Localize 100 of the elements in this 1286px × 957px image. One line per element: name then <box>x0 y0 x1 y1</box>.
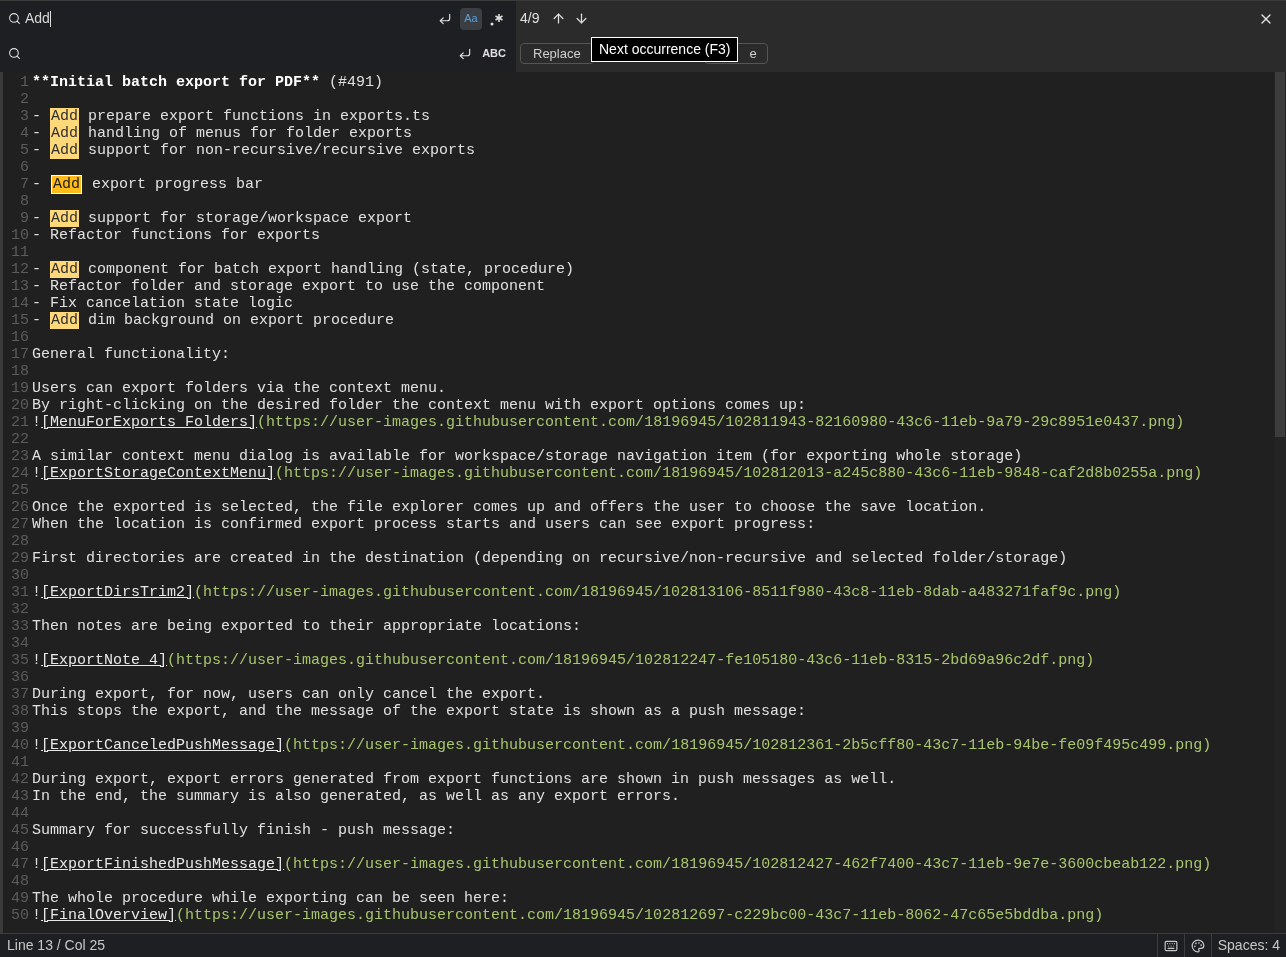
line-number: 34 <box>10 635 30 652</box>
line-number: 2 <box>19 91 30 108</box>
link-url: (https://user-images.githubusercontent.com/18196945/102812697-c229bc00-43c7-11eb-8062-47c65e5bddba.png) <box>176 907 1104 924</box>
link-label: [ExportFinishedPushMessage] <box>41 856 285 873</box>
search-match: Add <box>52 176 82 193</box>
search-match: Add <box>50 125 80 142</box>
code-text: - <box>32 176 42 193</box>
line-number: 5 <box>19 142 30 159</box>
line-number: 30 <box>10 567 30 584</box>
line-number: 12 <box>10 261 30 278</box>
code-text: General functionality: <box>32 346 231 363</box>
line-number: 37 <box>10 686 30 703</box>
line-number: 14 <box>10 295 30 312</box>
line-number: 13 <box>10 278 30 295</box>
code-text: ! <box>32 584 41 601</box>
line-number: 33 <box>10 618 30 635</box>
code-text: - <box>32 312 42 329</box>
code-text: prepare export functions in exports.ts <box>87 108 431 125</box>
code-text: ! <box>32 907 41 924</box>
line-number: 27 <box>10 516 30 533</box>
line-number: 3 <box>19 108 30 125</box>
line-number: 42 <box>10 771 30 788</box>
line-number: 31 <box>10 584 30 601</box>
line-number: 39 <box>10 720 30 737</box>
code-text: Users can export folders via the context menu. <box>32 380 447 397</box>
link-label: [ExportNote 4] <box>41 652 168 669</box>
link-url: (https://user-images.githubusercontent.com/18196945/102812361-2b5cff80-43c7-11eb-94be-fe09f495c499.png) <box>284 737 1212 754</box>
code-text: support for storage/workspace export <box>87 210 413 227</box>
line-number: 50 <box>10 907 30 924</box>
line-number: 4 <box>19 125 30 142</box>
line-number: 18 <box>10 363 30 380</box>
line-number: 29 <box>10 550 30 567</box>
line-number: 45 <box>10 822 30 839</box>
tooltip: Next occurrence (F3) <box>591 37 739 62</box>
link-url: (https://user-images.githubusercontent.com/18196945/102812247-fe105180-43c6-11eb-8315-2bd69a96c2df.png) <box>167 652 1095 669</box>
code-text: When the location is confirmed export process starts and users can see export progress: <box>32 516 816 533</box>
link-url: (https://user-images.githubusercontent.com/18196945/102813106-8511f980-43c8-11eb-8dab-a483271faf9c.png) <box>194 584 1122 601</box>
line-number: 17 <box>10 346 30 363</box>
search-match: Add <box>50 312 80 329</box>
line-number: 16 <box>10 329 30 346</box>
line-number: 28 <box>10 533 30 550</box>
code-text: A similar context menu dialog is available for workspace/storage navigation item (for exporting whole storage) <box>32 448 1023 465</box>
match-count: 4/9 <box>520 9 540 28</box>
line-number: 22 <box>10 431 30 448</box>
code-text: ! <box>32 465 41 482</box>
link-label: [ExportCanceledPushMessage] <box>41 737 285 754</box>
link-url: (https://user-images.githubusercontent.com/18196945/102812013-a245c880-43c6-11eb-9848-caf2d8b0255a.png) <box>275 465 1203 482</box>
code-text: Then notes are being exported to their appropriate locations: <box>32 618 582 635</box>
code-text: During export, export errors generated from export functions are shown in push messages as well. <box>32 771 897 788</box>
code-text: During export, for now, users can only cancel the export. <box>32 686 546 703</box>
code-text: component for batch export handling (state, procedure) <box>87 261 575 278</box>
code-text: - <box>32 108 42 125</box>
line-number: 6 <box>19 159 30 176</box>
line-number: 15 <box>10 312 30 329</box>
code-text: handling of menus for folder exports <box>87 125 413 142</box>
link-url: (https://user-images.githubusercontent.com/18196945/102812427-462f7400-43c7-11eb-9e7e-3600cbeab122.png) <box>284 856 1212 873</box>
code-text: export progress bar <box>91 176 264 193</box>
code-text: ! <box>32 414 41 431</box>
code-text: First directories are created in the destination (depending on recursive/non-recursive and selected folder/storage) <box>32 550 1068 567</box>
line-number: 20 <box>10 397 30 414</box>
code-text: - <box>32 261 42 278</box>
line-number: 8 <box>19 193 30 210</box>
search-match: Add <box>50 142 80 159</box>
line-number: 40 <box>10 737 30 754</box>
line-number: 10 <box>10 227 30 244</box>
code-text: By right-clicking on the desired folder the context menu with export options comes up: <box>32 397 807 414</box>
code-text: - <box>32 210 42 227</box>
search-match: Add <box>50 108 80 125</box>
line-number: 7 <box>19 176 30 193</box>
code-text: ! <box>32 737 41 754</box>
code-text: dim background on export procedure <box>87 312 395 329</box>
code-text: (#491) <box>328 74 384 91</box>
code-text: ! <box>32 856 41 873</box>
code-text: The whole procedure while exporting can be seen here: <box>32 890 510 907</box>
line-number: 41 <box>10 754 30 771</box>
line-number: 11 <box>10 244 30 261</box>
link-label: [MenuForExports Folders] <box>41 414 258 431</box>
code-text: ! <box>32 652 41 669</box>
line-number: 43 <box>10 788 30 805</box>
line-number: 49 <box>10 890 30 907</box>
code-text: - <box>32 125 42 142</box>
search-match: Add <box>50 210 80 227</box>
code-text: - <box>32 142 42 159</box>
line-number: 47 <box>10 856 30 873</box>
line-number: 35 <box>10 652 30 669</box>
link-label: [ExportStorageContextMenu] <box>41 465 276 482</box>
code-text: - Refactor folder and storage export to use the component <box>32 278 546 295</box>
code-text: - Refactor functions for exports <box>32 227 321 244</box>
code-text: In the end, the summary is also generated, as well as any export errors. <box>32 788 681 805</box>
line-number: 48 <box>10 873 30 890</box>
link-url: (https://user-images.githubusercontent.com/18196945/102811943-82160980-43c6-11eb-9a79-29c8951e0437.png) <box>257 414 1185 431</box>
cursor-position: Line 13 / Col 25 <box>6 936 107 955</box>
line-number: 26 <box>10 499 30 516</box>
line-number: 36 <box>10 669 30 686</box>
line-number: 1 <box>19 74 30 91</box>
line-number: 24 <box>10 465 30 482</box>
line-number: 46 <box>10 839 30 856</box>
line-number: 19 <box>10 380 30 397</box>
link-label: [ExportDirsTrim2] <box>41 584 195 601</box>
line-number: 32 <box>10 601 30 618</box>
